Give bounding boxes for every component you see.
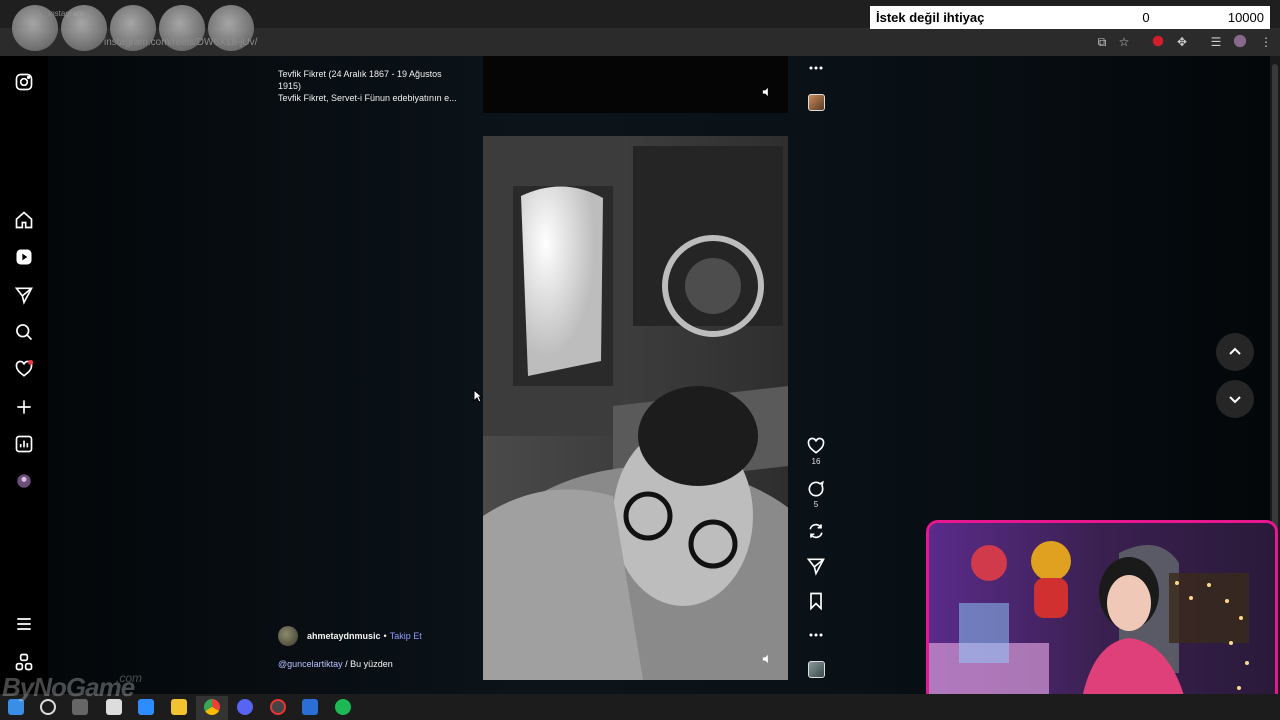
streamlabs-icon[interactable] [302,699,318,715]
next-reel-button[interactable] [1216,380,1254,418]
like-count: 16 [811,457,821,466]
caption-mention[interactable]: @guncelartiktay [278,659,343,669]
volume-icon[interactable] [761,87,773,99]
author-username[interactable]: ahmetaydnmusic [307,631,381,641]
goal-current: 0 [1142,10,1150,25]
search-icon[interactable] [14,322,34,342]
blurred-blob [61,5,107,51]
spotify-icon[interactable] [335,699,351,715]
also-from-meta-icon[interactable] [14,652,34,672]
chrome-icon[interactable] [204,699,220,715]
home-icon[interactable] [14,210,34,230]
caption-line: 1915) [278,81,302,91]
video-frame [483,136,788,680]
more-options-icon[interactable] [806,58,826,78]
previous-post-caption[interactable]: Tevfik Fikret (24 Aralık 1867 - 19 Ağust… [278,68,468,104]
file-explorer-icon[interactable] [171,699,187,715]
menu-kebab-icon[interactable]: ⋮ [1258,34,1274,50]
webcam-frame [929,523,1275,715]
audio-thumbnail[interactable] [808,94,825,111]
watermark-suffix: .com [116,671,143,685]
donation-goal-bar: İstek değil ihtiyaç 0 10000 [870,6,1270,29]
webcam-overlay [926,520,1278,718]
goal-target: 10000 [1227,10,1264,25]
caption-line: Tevfik Fikret (24 Aralık 1867 - 19 Ağust… [278,69,442,79]
discord-icon[interactable] [237,699,253,715]
chevron-down-icon [1229,396,1241,404]
caption-text: / Bu yüzden [342,659,393,669]
watermark-logo: ByNoGame [2,672,135,702]
windows-taskbar [0,694,1280,720]
current-post-caption[interactable]: @guncelartiktay / Bu yüzden [278,659,393,669]
like-heart-icon[interactable] [806,436,826,456]
sidebar [0,56,48,694]
comment-icon[interactable] [806,479,826,499]
address-bar[interactable]: instagram.com/reels/DW6X18-jUv/ [104,37,257,48]
caption-line: Tevfik Fikret, Servet-i Fünun edebiyatın… [278,93,457,103]
audio-thumbnail[interactable] [808,661,825,678]
remix-icon[interactable] [806,521,826,541]
messages-icon[interactable] [14,285,34,305]
extensions-icon[interactable]: ✥ [1174,34,1190,50]
blurred-blob [12,5,58,51]
current-reel-video[interactable] [483,136,788,680]
chevron-up-icon [1229,347,1241,355]
obs-icon[interactable] [270,699,286,715]
comment-count: 5 [813,500,819,509]
install-icon[interactable]: ⧉ [1094,34,1110,50]
profile-avatar[interactable] [1232,34,1248,50]
previous-reel-video[interactable] [483,56,788,113]
share-send-icon[interactable] [806,556,826,576]
profile-avatar[interactable] [14,471,34,491]
goal-label: İstek değil ihtiyaç [876,10,985,25]
extension-red-icon[interactable] [1150,34,1166,50]
volume-icon[interactable] [761,654,773,666]
previous-reel-button[interactable] [1216,333,1254,371]
save-bookmark-icon[interactable] [806,591,826,611]
zoom-icon[interactable] [138,699,154,715]
dashboard-icon[interactable] [14,434,34,454]
create-plus-icon[interactable] [14,397,34,417]
notifications-heart-icon[interactable] [14,359,34,379]
more-options-icon[interactable] [806,625,826,645]
reading-list-icon[interactable]: ☰ [1208,34,1224,50]
separator-dot: • [383,631,387,641]
mouse-cursor-icon [473,389,483,403]
more-menu-icon[interactable] [14,614,34,634]
reels-icon[interactable] [14,247,34,267]
author-avatar[interactable] [278,626,298,646]
author-row: ahmetaydnmusic • Takip Et [307,631,422,641]
instagram-logo-icon[interactable] [14,72,34,92]
follow-button[interactable]: Takip Et [390,631,422,641]
bookmark-star-icon[interactable]: ☆ [1116,34,1132,50]
